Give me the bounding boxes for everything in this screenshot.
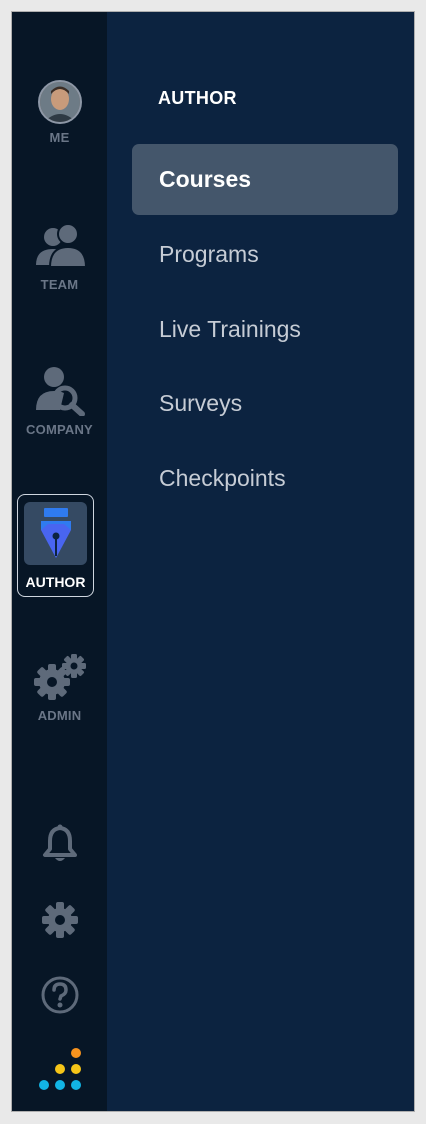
icon-rail: ME TEAM COMPANY AUTHOR ADMIN [12, 12, 107, 1111]
menu-item-live-trainings[interactable]: Live Trainings [132, 294, 398, 365]
menu-item-programs[interactable]: Programs [132, 219, 398, 290]
nav-company[interactable]: COMPANY [12, 364, 107, 437]
pen-nib-icon [40, 507, 71, 558]
team-icon [35, 223, 87, 268]
dots-logo-icon [38, 1048, 81, 1090]
gears-icon [33, 654, 86, 700]
menu-item-surveys[interactable]: Surveys [132, 368, 398, 439]
nav-team[interactable]: TEAM [12, 223, 107, 292]
author-panel: AUTHOR Courses Programs Live Trainings S… [107, 12, 414, 1111]
nav-author-label: AUTHOR [25, 574, 86, 590]
settings-button[interactable] [12, 900, 107, 940]
author-icon-bg [24, 502, 87, 565]
question-circle-icon [41, 976, 78, 1014]
nav-author[interactable]: AUTHOR [17, 494, 94, 597]
company-search-icon [35, 367, 85, 416]
panel-title: AUTHOR [158, 88, 237, 108]
app-window: ME TEAM COMPANY AUTHOR ADMIN AUTHOR Cour… [12, 12, 414, 1111]
menu-item-checkpoints[interactable]: Checkpoints [132, 443, 398, 514]
nav-company-label: COMPANY [26, 422, 93, 437]
nav-me-label: ME [49, 130, 70, 145]
gear-icon [41, 902, 78, 938]
nav-team-label: TEAM [40, 277, 79, 292]
nav-admin-label: ADMIN [37, 708, 82, 723]
help-button[interactable] [12, 975, 107, 1015]
nav-me[interactable]: ME [12, 80, 107, 145]
avatar [37, 80, 82, 124]
menu-item-courses[interactable]: Courses [132, 144, 398, 215]
logo [12, 1047, 107, 1093]
nav-admin[interactable]: ADMIN [12, 652, 107, 723]
notifications-button[interactable] [12, 824, 107, 864]
bell-icon [42, 824, 77, 861]
